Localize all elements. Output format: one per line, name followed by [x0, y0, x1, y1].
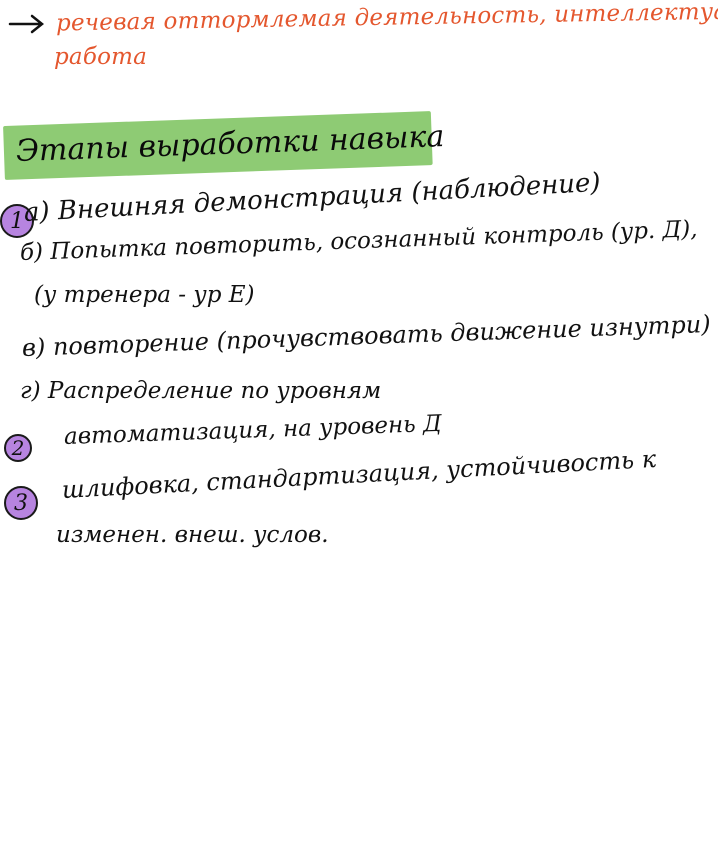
- step-3-number: 3: [14, 490, 28, 516]
- step-3-line-2: изменен. внеш. услов.: [56, 522, 329, 548]
- step-2-marker: 2: [4, 434, 32, 462]
- orange-note-line-1: речевая оттормлемая деятельность, интелл…: [55, 0, 718, 37]
- arrow-icon: [8, 14, 45, 34]
- step-1-number: 1: [10, 208, 24, 234]
- orange-note-line-2: работа: [54, 44, 148, 70]
- step-b-line-1: б) Попытка повторить, осознанный контрол…: [19, 216, 698, 266]
- step-2-line: автоматизация, на уровень Д: [63, 410, 443, 450]
- step-a-line: а) Внешняя демонстрация (наблюдение): [23, 167, 602, 228]
- step-3-line-1: шлифовка, стандартизация, устойчивость к: [61, 444, 657, 504]
- step-b-line-2: (у тренера - ур Е): [34, 282, 255, 308]
- handwritten-note-page: речевая оттормлемая деятельность, интелл…: [0, 0, 718, 865]
- step-3-marker: 3: [4, 486, 38, 520]
- step-v-line: в) повторение (прочувствовать движение и…: [21, 309, 712, 362]
- step-g-line: г) Распределение по уровням: [20, 378, 382, 404]
- step-2-number: 2: [11, 436, 25, 460]
